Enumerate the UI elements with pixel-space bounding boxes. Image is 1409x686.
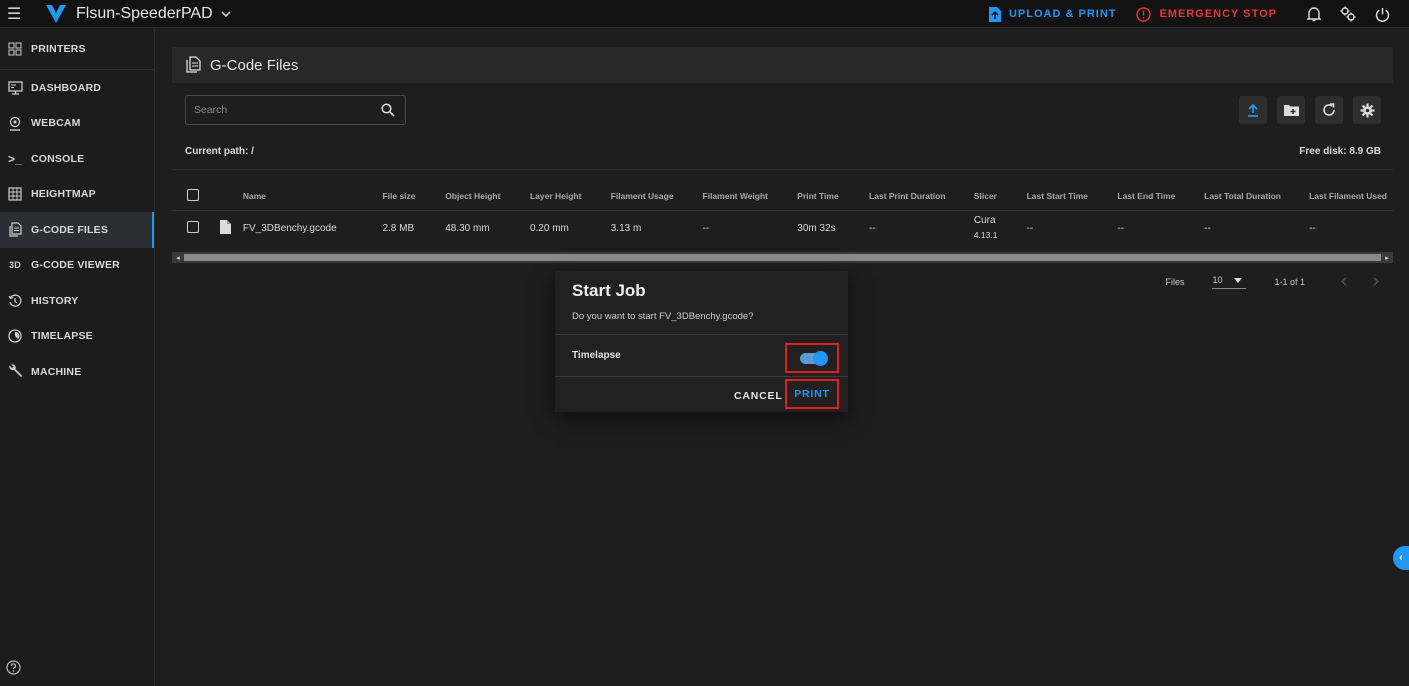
- sidebar-item-label: WEBCAM: [31, 117, 81, 130]
- sidebar-item-webcam[interactable]: WEBCAM: [0, 106, 154, 142]
- sidebar-item-label: HISTORY: [31, 294, 79, 307]
- sidebar-item-label: G-CODE FILES: [31, 223, 109, 236]
- timelapse-label: Timelapse: [572, 350, 621, 361]
- mainsail-logo[interactable]: [44, 2, 68, 26]
- monitor-icon: [6, 79, 24, 97]
- sidebar-item-history[interactable]: HISTORY: [0, 283, 154, 319]
- sidebar-item-timelapse[interactable]: TIMELAPSE: [0, 319, 154, 355]
- chevron-down-icon[interactable]: [221, 7, 231, 21]
- bell-icon[interactable]: [1297, 0, 1331, 28]
- timelapse-toggle-highlight: [785, 343, 839, 373]
- sidebar-item-printers[interactable]: PRINTERS: [0, 28, 154, 70]
- app-bar: ☰ Flsun-SpeederPAD UPLOAD & PRINT EMERGE…: [0, 0, 1409, 28]
- sidebar-item-gcode-files[interactable]: G-CODE FILES: [0, 212, 154, 248]
- timelapse-toggle[interactable]: [800, 351, 828, 366]
- sidebar-item-label: CONSOLE: [31, 152, 85, 165]
- print-button[interactable]: PRINT: [794, 388, 830, 400]
- divider: [555, 334, 848, 335]
- sidebar-item-label: TIMELAPSE: [31, 330, 93, 343]
- 3d-icon: 3D: [9, 260, 21, 271]
- sidebar-item-label: MACHINE: [31, 365, 82, 378]
- menu-icon[interactable]: ☰: [0, 0, 28, 28]
- start-job-dialog: Start Job Do you want to start FV_3DBenc…: [555, 271, 848, 412]
- history-icon: [6, 292, 24, 310]
- power-icon[interactable]: [1365, 0, 1399, 28]
- sidebar-item-label: HEIGHTMAP: [31, 188, 96, 201]
- webcam-icon: [6, 114, 24, 132]
- printer-name[interactable]: Flsun-SpeederPAD: [76, 5, 213, 23]
- alert-circle-icon: [1136, 6, 1152, 22]
- heightmap-icon: [6, 185, 24, 203]
- print-button-highlight: PRINT: [785, 379, 839, 409]
- dialog-title: Start Job: [572, 281, 646, 300]
- settings-gears-icon[interactable]: [1331, 0, 1365, 28]
- help-icon[interactable]: [6, 660, 22, 676]
- timelapse-icon: [6, 327, 24, 345]
- sidebar-item-label: PRINTERS: [31, 42, 86, 55]
- sidebar-item-console[interactable]: >_ CONSOLE: [0, 141, 154, 177]
- upload-print-button[interactable]: UPLOAD & PRINT: [988, 6, 1117, 22]
- dialog-message: Do you want to start FV_3DBenchy.gcode?: [572, 311, 754, 322]
- divider: [555, 376, 848, 377]
- sidebar-item-label: DASHBOARD: [31, 81, 102, 94]
- wrench-icon: [6, 363, 24, 381]
- emergency-stop-label: EMERGENCY STOP: [1159, 8, 1277, 20]
- toggle-knob: [813, 351, 828, 366]
- sidebar-item-gcode-viewer[interactable]: 3D G-CODE VIEWER: [0, 248, 154, 284]
- sidebar: PRINTERS DASHBOARD WEBCAM >_ CONSOLE HEI…: [0, 28, 155, 686]
- sidebar-item-label: G-CODE VIEWER: [31, 259, 120, 272]
- upload-file-icon: [988, 6, 1001, 22]
- console-icon: >_: [7, 151, 23, 166]
- emergency-stop-button[interactable]: EMERGENCY STOP: [1136, 6, 1277, 22]
- sidebar-item-heightmap[interactable]: HEIGHTMAP: [0, 177, 154, 213]
- sidebar-item-machine[interactable]: MACHINE: [0, 354, 154, 390]
- cancel-button[interactable]: CANCEL: [734, 390, 783, 402]
- grid-icon: [6, 40, 24, 58]
- file-icon: [6, 221, 24, 239]
- upload-print-label: UPLOAD & PRINT: [1008, 8, 1117, 20]
- sidebar-item-dashboard[interactable]: DASHBOARD: [0, 70, 154, 106]
